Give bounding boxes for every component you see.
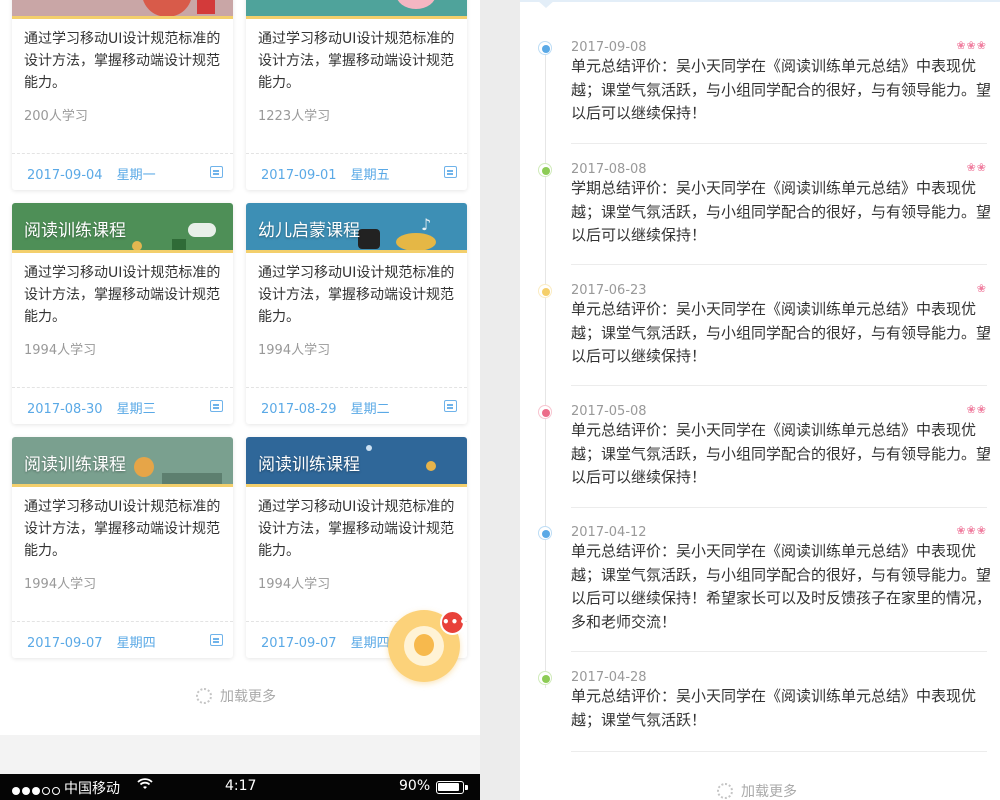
calendar-icon[interactable] xyxy=(210,634,223,646)
timeline-dot-fill xyxy=(542,409,550,417)
course-date: 2017-09-01 xyxy=(261,168,337,183)
course-weekday: 星期三 xyxy=(116,402,156,417)
calendar-icon[interactable] xyxy=(444,166,457,178)
timeline-dot-fill xyxy=(542,167,550,175)
flower-icon: ❀ xyxy=(976,282,987,295)
customer-service-icon xyxy=(404,626,444,666)
calendar-icon[interactable] xyxy=(210,166,223,178)
timeline-dot xyxy=(538,41,552,55)
course-card-footer: 2017-09-07 星期四 xyxy=(12,621,233,658)
course-description: 通过学习移动UI设计规范标准的设计方法，掌握移动端设计规范能力。 xyxy=(258,31,455,91)
course-learner-count: 1994人学习 xyxy=(24,343,97,358)
flower-icon: ❀❀ xyxy=(966,161,987,174)
timeline-dot xyxy=(538,284,552,298)
battery-level xyxy=(438,783,459,791)
evaluation-text: 单元总结评价：吴小天同学在《阅读训练单元总结》中表现优越；课堂气氛活跃，与小组同… xyxy=(571,57,992,122)
load-more-label: 加载更多 xyxy=(741,784,797,800)
evaluation-date: 2017-06-23 xyxy=(571,283,647,298)
evaluation-date: 2017-08-08 xyxy=(571,162,647,177)
flower-icon: ❀❀ xyxy=(966,403,987,416)
clock: 4:17 xyxy=(225,778,257,794)
course-card[interactable]: ♪ 幼儿启蒙课程 通过学习移动UI设计规范标准的设计方法，掌握移动端设计规范能力… xyxy=(246,203,467,424)
course-title: 阅读训练课程 xyxy=(24,221,126,241)
course-card[interactable]: 阅读训练课程 通过学习移动UI设计规范标准的设计方法，掌握移动端设计规范能力。 … xyxy=(12,437,233,658)
course-date: 2017-08-30 xyxy=(27,402,103,417)
timeline-dot-fill xyxy=(542,288,550,296)
course-weekday: 星期二 xyxy=(350,402,390,417)
timeline-dot-fill xyxy=(542,45,550,53)
course-card[interactable]: 阅读训练课程 通过学习移动UI设计规范标准的设计方法，掌握移动端设计规范能力。 … xyxy=(12,203,233,424)
loading-spinner-icon xyxy=(196,688,212,704)
course-title: 阅读训练课程 xyxy=(24,455,126,475)
timeline-dot xyxy=(538,405,552,419)
course-weekday: 星期四 xyxy=(116,636,156,651)
course-card[interactable]: 通过学习移动UI设计规范标准的设计方法，掌握移动端设计规范能力。 200人学习 … xyxy=(12,0,233,190)
course-title: 幼儿启蒙课程 xyxy=(258,221,360,241)
evaluation-timeline-panel: 2017-09-08 ❀❀❀ 单元总结评价：吴小天同学在《阅读训练单元总结》中表… xyxy=(520,0,1000,800)
carrier-name: 中国移动 xyxy=(64,781,120,797)
loading-spinner-icon xyxy=(717,783,733,799)
course-description: 通过学习移动UI设计规范标准的设计方法，掌握移动端设计规范能力。 xyxy=(24,499,221,559)
course-description: 通过学习移动UI设计规范标准的设计方法，掌握移动端设计规范能力。 xyxy=(258,499,455,559)
course-date: 2017-08-29 xyxy=(261,402,337,417)
wifi-icon xyxy=(137,777,153,795)
message-badge[interactable]: ••• xyxy=(440,610,467,635)
course-learner-count: 1994人学习 xyxy=(258,343,331,358)
course-card-footer: 2017-08-29 星期二 xyxy=(246,387,467,424)
course-date: 2017-09-04 xyxy=(27,168,103,183)
course-card[interactable]: 通过学习移动UI设计规范标准的设计方法，掌握移动端设计规范能力。 1223人学习… xyxy=(246,0,467,190)
evaluation-text: 单元总结评价：吴小天同学在《阅读训练单元总结》中表现优越；课堂气氛活跃，与小组同… xyxy=(571,421,992,486)
timeline-line xyxy=(545,48,546,688)
course-card-footer: 2017-09-04 星期一 xyxy=(12,153,233,190)
timeline-dot xyxy=(538,671,552,685)
signal-strength-icon xyxy=(12,783,62,799)
load-more-button[interactable]: 加载更多 xyxy=(196,686,276,706)
evaluation-date: 2017-04-12 xyxy=(571,525,647,540)
timeline-dot xyxy=(538,163,552,177)
course-learner-count: 1223人学习 xyxy=(258,109,331,124)
course-weekday: 星期一 xyxy=(116,168,156,183)
course-date: 2017-09-07 xyxy=(261,636,337,651)
flower-icon: ❀❀❀ xyxy=(956,39,987,52)
timeline-dot xyxy=(538,526,552,540)
load-more-label: 加载更多 xyxy=(220,689,276,705)
calendar-icon[interactable] xyxy=(210,400,223,412)
course-learner-count: 200人学习 xyxy=(24,109,88,124)
timeline-dot-fill xyxy=(542,675,550,683)
evaluation-text: 学期总结评价：吴小天同学在《阅读训练单元总结》中表现优越；课堂气氛活跃，与小组同… xyxy=(571,179,992,244)
evaluation-date: 2017-09-08 xyxy=(571,40,647,55)
course-description: 通过学习移动UI设计规范标准的设计方法，掌握移动端设计规范能力。 xyxy=(258,265,455,325)
evaluation-date: 2017-05-08 xyxy=(571,404,647,419)
battery-icon xyxy=(436,781,464,794)
evaluation-text: 单元总结评价：吴小天同学在《阅读训练单元总结》中表现优越；课堂气氛活跃，与小组同… xyxy=(571,300,992,365)
course-learner-count: 1994人学习 xyxy=(24,577,97,592)
flower-icon: ❀❀❀ xyxy=(956,524,987,537)
evaluation-text: 单元总结评价：吴小天同学在《阅读训练单元总结》中表现优越；课堂气氛活跃！ xyxy=(571,687,977,729)
evaluation-date: 2017-04-28 xyxy=(571,670,647,685)
course-learner-count: 1994人学习 xyxy=(258,577,331,592)
course-description: 通过学习移动UI设计规范标准的设计方法，掌握移动端设计规范能力。 xyxy=(24,31,221,91)
battery-percent: 90% xyxy=(399,778,431,794)
course-weekday: 星期四 xyxy=(350,636,390,651)
timeline-dot-fill xyxy=(542,530,550,538)
course-list-panel: 通过学习移动UI设计规范标准的设计方法，掌握移动端设计规范能力。 200人学习 … xyxy=(0,0,480,800)
course-card-footer: 2017-08-30 星期三 xyxy=(12,387,233,424)
course-title: 阅读训练课程 xyxy=(258,455,360,475)
course-description: 通过学习移动UI设计规范标准的设计方法，掌握移动端设计规范能力。 xyxy=(24,265,221,325)
calendar-icon[interactable] xyxy=(444,400,457,412)
course-weekday: 星期五 xyxy=(350,168,390,183)
status-bar: 中国移动 4:17 90% xyxy=(0,774,480,800)
load-more-button[interactable]: 加载更多 xyxy=(717,781,797,800)
course-date: 2017-09-07 xyxy=(27,636,103,651)
evaluation-text: 单元总结评价：吴小天同学在《阅读训练单元总结》中表现优越；课堂气氛活跃，与小组同… xyxy=(571,542,992,631)
course-card-footer: 2017-09-01 星期五 xyxy=(246,153,467,190)
